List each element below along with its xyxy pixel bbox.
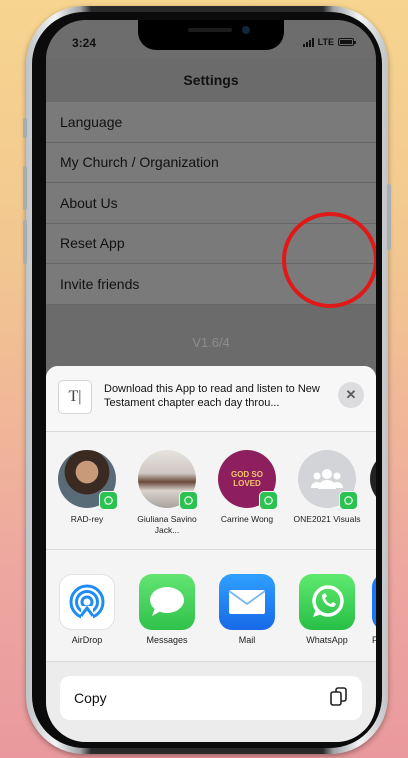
app-icon [372, 574, 376, 630]
airdrop-icon [59, 574, 115, 630]
messages-icon [139, 574, 195, 630]
contact-name: Giuliana Savino Jack... [137, 514, 197, 535]
copy-action[interactable]: Copy [60, 676, 362, 720]
contact-item[interactable] [362, 450, 376, 508]
avatar [58, 450, 118, 510]
settings-item-language[interactable]: Language [46, 102, 376, 143]
share-app-row: AirDrop Messages Mail WhatsApp F [46, 550, 376, 662]
contact-item[interactable]: ONE2021 Visuals [290, 450, 364, 525]
page-title: Settings [183, 72, 239, 88]
contact-item[interactable]: Giuliana Savino Jack... [130, 450, 204, 536]
front-camera [242, 26, 250, 34]
network-label: LTE [317, 37, 334, 47]
share-app-partial[interactable]: Fa [372, 574, 376, 645]
share-preview: T| Download this App to read and listen … [46, 366, 376, 432]
contact-name: ONE2021 Visuals [293, 514, 361, 524]
contact-item[interactable]: GOD SO LOVED Carrine Wong [210, 450, 284, 525]
contact-suggestions: RAD-rey Giuliana Savino Jack... GOD SO L [46, 432, 376, 550]
volume-down-button [23, 220, 27, 264]
avatar-text: GOD SO LOVED [230, 470, 263, 488]
share-sheet: T| Download this App to read and listen … [46, 366, 376, 742]
copy-icon [330, 686, 348, 710]
signal-icon [302, 37, 314, 47]
app-label: Mail [238, 635, 256, 645]
side-button [23, 118, 27, 138]
app-label: Messages [146, 635, 188, 645]
share-app-mail[interactable]: Mail [212, 574, 282, 645]
whatsapp-badge-icon [179, 491, 198, 510]
avatar: GOD SO LOVED [218, 450, 278, 510]
contact-item[interactable]: RAD-rey [50, 450, 124, 525]
whatsapp-badge-icon [339, 491, 358, 510]
whatsapp-badge-icon [259, 491, 278, 510]
close-button[interactable]: ✕ [338, 382, 364, 408]
volume-up-button [23, 166, 27, 210]
share-app-messages[interactable]: Messages [132, 574, 202, 645]
battery-icon [338, 38, 356, 46]
app-version: V1.6/4 [192, 335, 230, 350]
phone-frame: 3:24 LTE Settings Language My Church / O… [23, 6, 391, 754]
app-label: AirDrop [71, 635, 103, 645]
status-indicators: LTE [302, 37, 356, 47]
avatar [370, 450, 376, 508]
text-document-icon: T| [58, 380, 92, 414]
whatsapp-badge-icon [99, 491, 118, 510]
share-preview-text: Download this App to read and listen to … [104, 383, 320, 409]
contact-name: Carrine Wong [220, 514, 274, 524]
mail-icon [219, 574, 275, 630]
speaker-grille [188, 28, 232, 32]
contact-name: RAD-rey [70, 514, 104, 524]
avatar [298, 450, 358, 510]
status-time: 3:24 [72, 36, 97, 50]
notch [138, 20, 284, 50]
app-label: WhatsApp [306, 635, 348, 645]
share-app-whatsapp[interactable]: WhatsApp [292, 574, 362, 645]
phone-screen: 3:24 LTE Settings Language My Church / O… [46, 20, 376, 742]
power-button [387, 184, 391, 250]
highlight-circle [282, 212, 376, 308]
share-app-airdrop[interactable]: AirDrop [52, 574, 122, 645]
settings-item-church[interactable]: My Church / Organization [46, 143, 376, 183]
group-icon [311, 469, 343, 489]
app-label: Fa [372, 635, 376, 645]
whatsapp-icon [299, 574, 355, 630]
copy-label: Copy [74, 690, 107, 706]
avatar [138, 450, 198, 510]
